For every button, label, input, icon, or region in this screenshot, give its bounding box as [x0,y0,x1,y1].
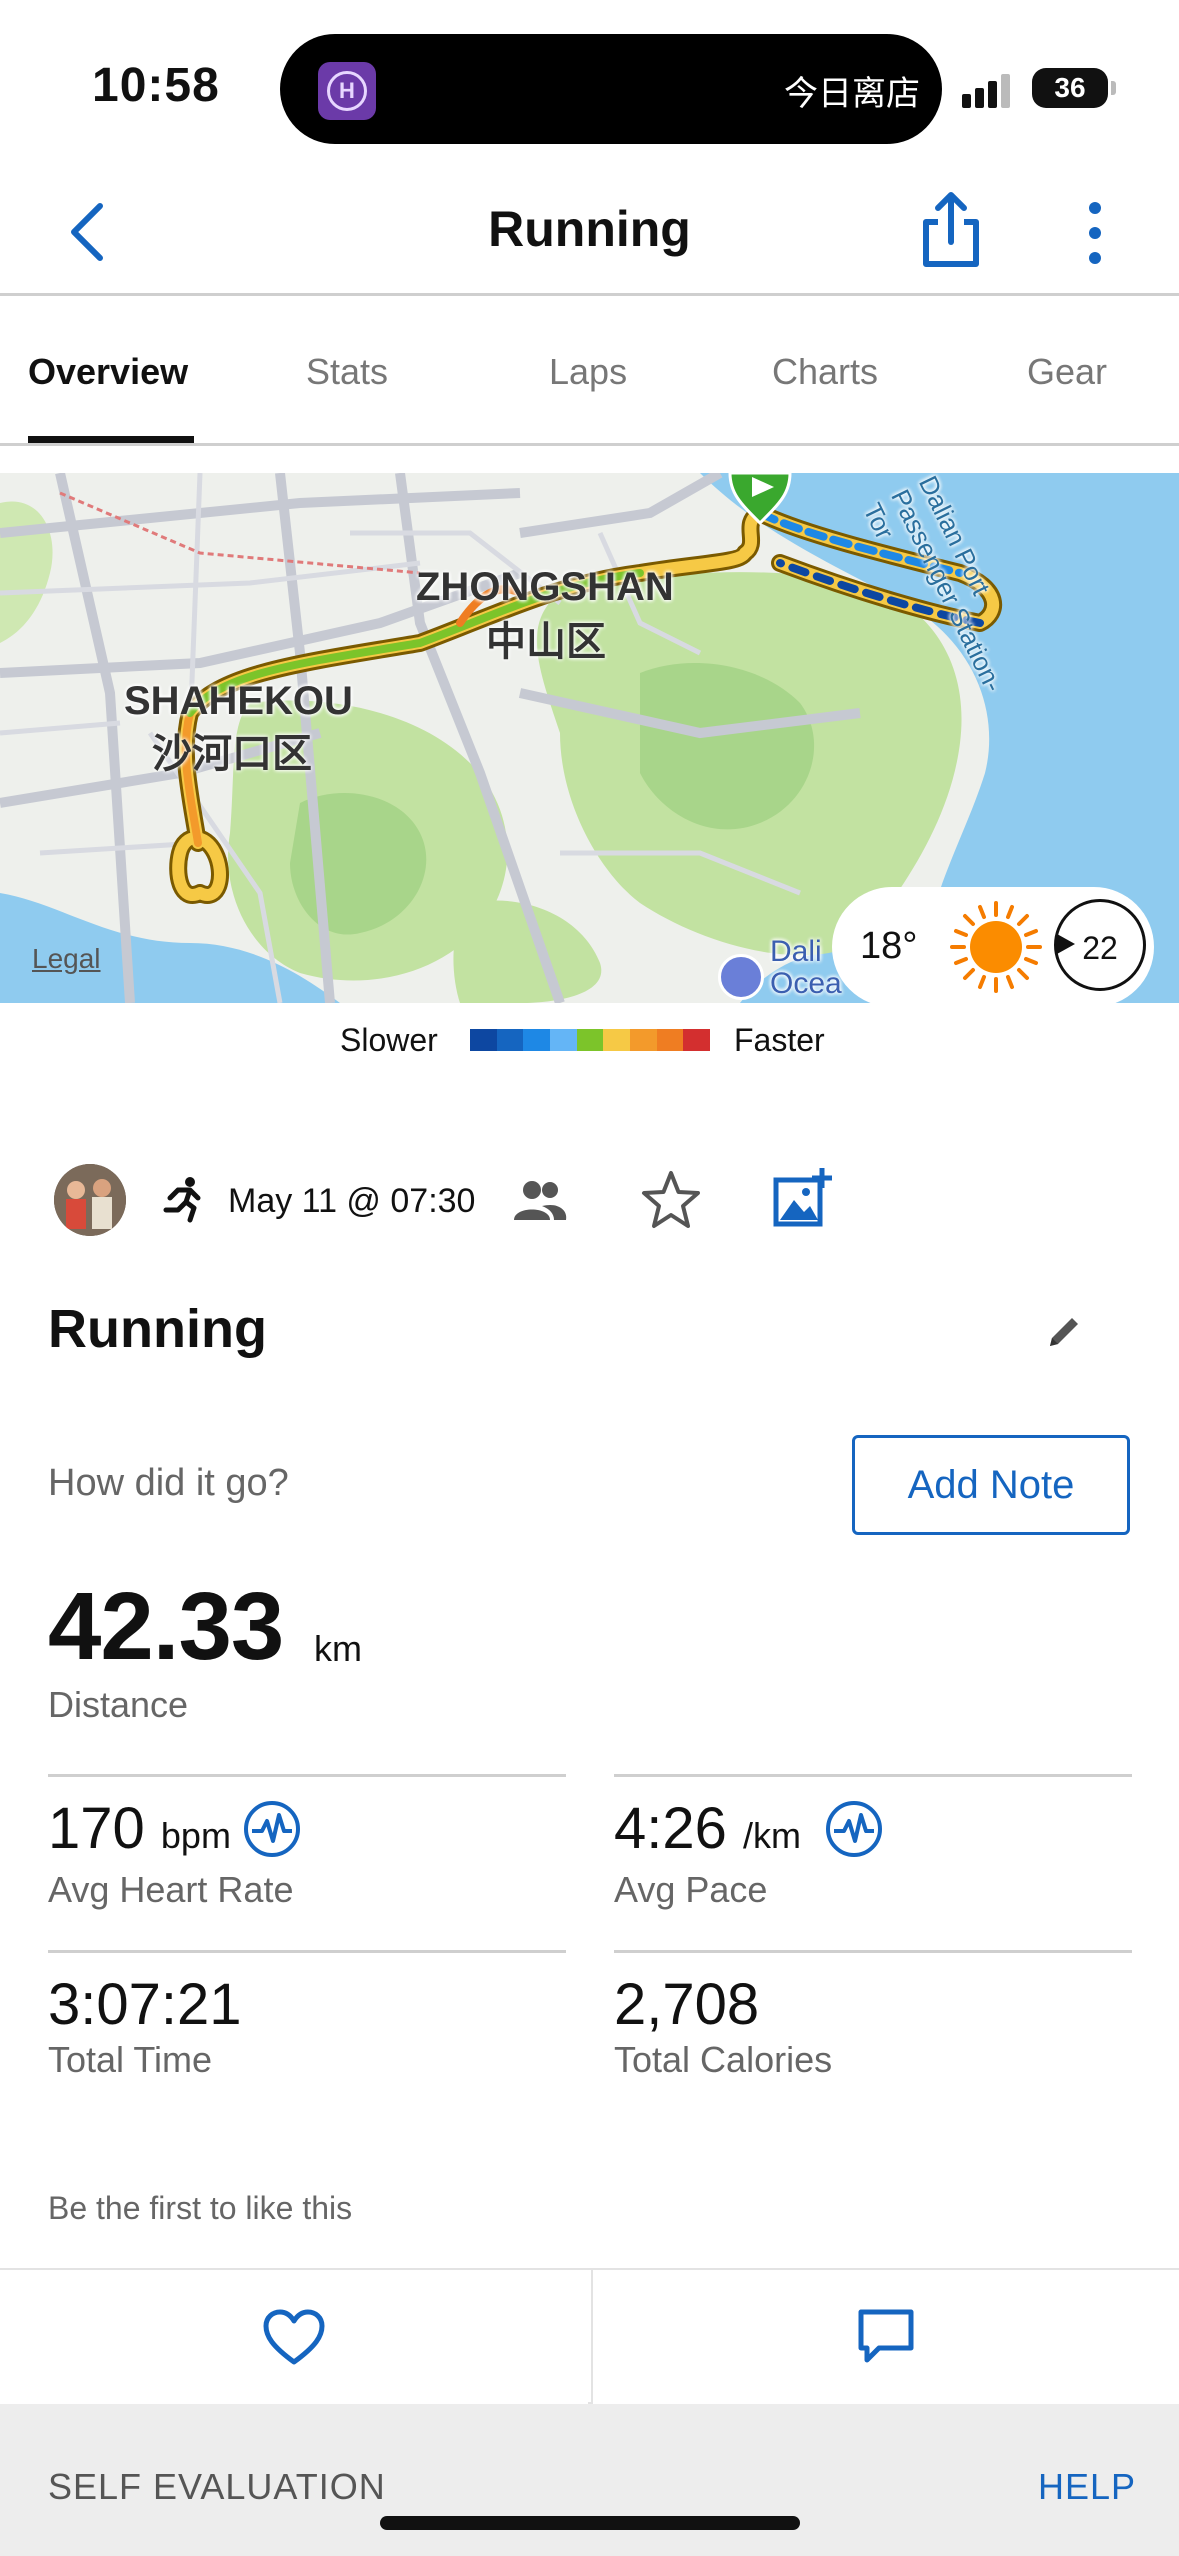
pace-value: 4:26 [614,1796,727,1861]
more-options-icon[interactable] [1080,198,1110,268]
heart-rate-label: Avg Heart Rate [48,1869,294,1910]
edit-pencil-icon[interactable] [1044,1312,1084,1352]
add-note-button[interactable]: Add Note [852,1435,1130,1535]
avatar[interactable] [54,1164,126,1236]
note-prompt: How did it go? [48,1462,289,1504]
status-time: 10:58 [92,59,220,112]
pace-legend: Slower Faster [0,1018,1179,1062]
map-label-shahekou-cn: 沙河口区 [152,731,312,777]
stat-total-calories: 2,708 Total Calories [614,1950,1132,2100]
likes-text: Be the first to like this [48,2190,353,2226]
tab-stats[interactable]: Stats [306,351,388,393]
heart-rate-unit: bpm [160,1815,231,1856]
pace-unit: /km [743,1815,802,1856]
pace-legend-faster: Faster [734,1022,825,1058]
wind-speed-badge: 22 [1054,899,1146,991]
pace-color-swatch [496,1029,524,1051]
pace-color-swatch [523,1029,551,1051]
pace-color-swatch [603,1029,631,1051]
heart-rate-chart-icon[interactable] [242,1799,302,1859]
map-label-poi-2: Ocea [770,967,842,1000]
map-label-zhongshan-cn: 中山区 [486,619,606,665]
sun-icon [950,901,1042,993]
map-label-shahekou: SHAHEKOU [124,679,353,723]
navigation-bar: Running [0,170,1179,296]
pace-color-swatch [630,1029,657,1051]
distance-label: Distance [48,1684,189,1725]
pace-color-swatch [656,1029,684,1051]
help-link[interactable]: HELP [1038,2466,1136,2508]
total-time-label: Total Time [48,2039,213,2080]
running-activity-icon [163,1177,201,1223]
live-activity-text: 今日离店 [784,74,920,114]
pace-label: Avg Pace [614,1869,768,1910]
map-legal-link[interactable]: Legal [32,943,101,975]
live-activity-app-icon: H [318,62,376,120]
add-photo-icon[interactable] [772,1166,836,1230]
comment-icon [858,2309,914,2363]
activity-title: Running [48,1299,267,1359]
pace-chart-icon[interactable] [824,1799,884,1859]
heart-rate-value: 170 [48,1796,145,1861]
battery-icon: 36 [1032,68,1116,108]
dynamic-island[interactable]: H 今日离店 [280,34,942,144]
total-calories-label: Total Calories [614,2039,833,2080]
pace-color-swatch [550,1029,577,1051]
map-label-zhongshan: ZHONGSHAN [416,565,674,609]
total-time-value: 3:07:21 [48,1972,242,2037]
stat-total-time: 3:07:21 Total Time [48,1950,566,2100]
home-indicator[interactable] [380,2516,800,2530]
route-map[interactable]: ZHONGSHAN 中山区 SHAHEKOU 沙河口区 Dalian Port … [0,473,1179,1003]
tab-gear[interactable]: Gear [1027,351,1107,393]
social-action-bar [0,2268,1179,2404]
distance-value: 42.33 [48,1573,284,1680]
pace-color-swatch [683,1029,711,1051]
like-button[interactable] [0,2270,588,2404]
tab-overview[interactable]: Overview [28,351,188,393]
comment-button[interactable] [591,2270,1179,2404]
museum-poi-icon[interactable] [718,954,764,1000]
stat-avg-heart-rate: 170 bpm Avg Heart Rate [48,1774,566,1924]
total-calories-value: 2,708 [614,1972,760,2037]
tab-bar: Overview Stats Laps Charts Gear [0,296,1179,446]
active-tab-indicator [28,436,194,443]
wind-speed: 22 [1082,930,1118,966]
weather-temperature: 18° [860,925,918,967]
page-title: Running [488,201,691,257]
activity-date: May 11 @ 07:30 [228,1182,476,1220]
activity-meta-row: May 11 @ 07:30 [0,1160,1179,1240]
pace-legend-slower: Slower [340,1022,438,1058]
heart-icon [263,2309,325,2365]
self-evaluation-header: SELF EVALUATION HELP [0,2404,1179,2556]
distance-unit: km [314,1628,362,1669]
pace-color-swatch [470,1029,497,1051]
pace-color-scale [470,1029,711,1051]
stat-avg-pace: 4:26 /km Avg Pace [614,1774,1132,1924]
back-chevron-icon[interactable] [60,200,120,264]
share-icon[interactable] [918,190,984,270]
tab-laps[interactable]: Laps [549,351,627,393]
favorite-star-icon[interactable] [640,1170,702,1230]
group-privacy-icon[interactable] [512,1178,568,1222]
self-evaluation-title: SELF EVALUATION [48,2466,386,2507]
status-bar: 10:58 H 今日离店 36 [0,0,1179,170]
weather-badge[interactable]: 18° 22 [832,887,1154,1003]
map-label-poi: Dali [770,935,822,968]
cellular-signal-icon [962,72,1016,108]
tab-charts[interactable]: Charts [772,351,878,393]
pace-color-swatch [576,1029,604,1051]
